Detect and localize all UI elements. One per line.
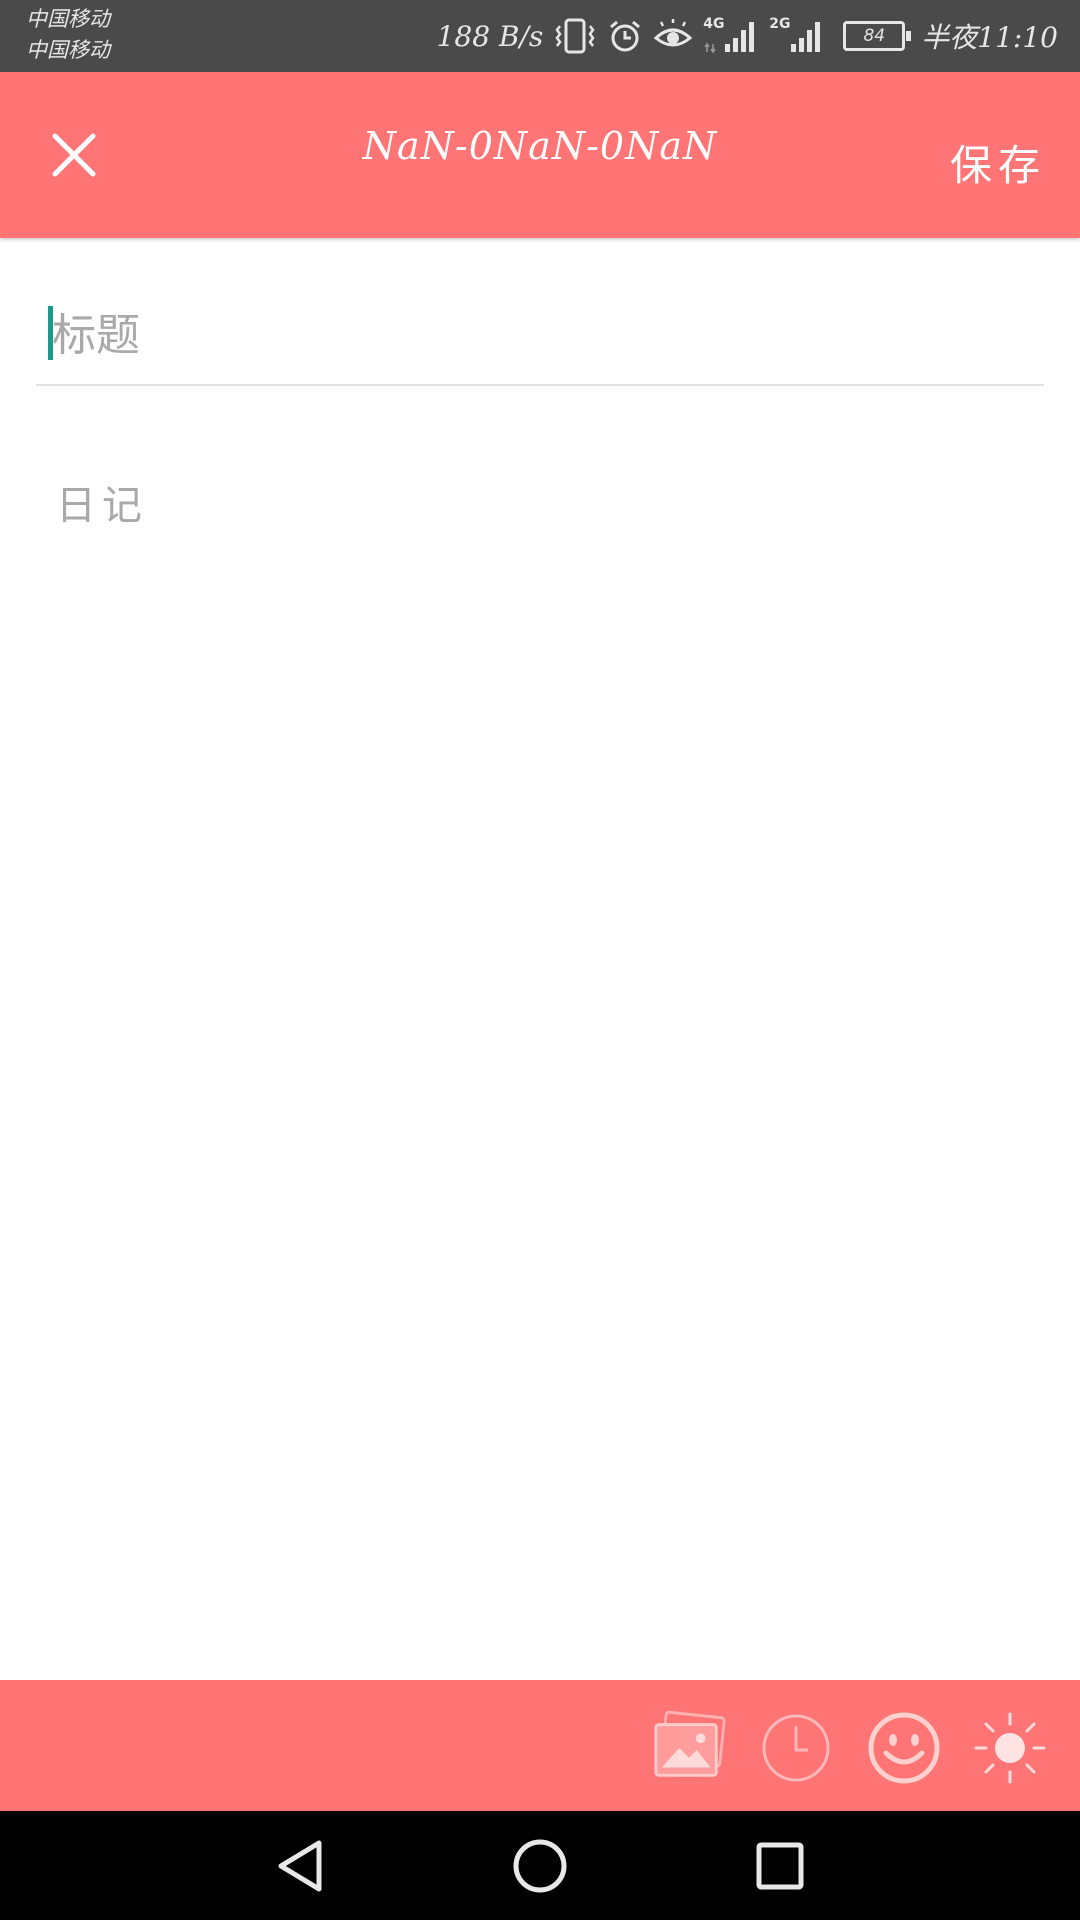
clock-icon — [762, 1714, 830, 1782]
alarm-icon — [607, 18, 643, 54]
image-icon — [654, 1710, 726, 1777]
insert-weather-button[interactable] — [972, 1710, 1048, 1786]
editor-toolbar — [0, 1680, 1080, 1811]
sun-icon — [974, 1712, 1046, 1784]
close-button[interactable] — [36, 117, 112, 193]
eye-icon — [653, 18, 693, 54]
diary-input[interactable] — [36, 455, 1044, 1655]
clock-time: 半夜11:10 — [921, 21, 1058, 54]
close-icon — [52, 133, 96, 177]
smiley-icon — [868, 1712, 940, 1784]
status-icons: 188 B/s 4G 2G 84 半夜11:10 — [437, 0, 1058, 72]
recents-button[interactable] — [750, 1836, 810, 1896]
signal-2g-icon: 2G — [769, 16, 825, 56]
battery-level: 84 — [863, 26, 886, 46]
title-input[interactable] — [36, 286, 1044, 386]
back-button[interactable] — [270, 1836, 330, 1896]
system-nav-bar — [0, 1811, 1080, 1920]
page-title: NaN-0NaN-0NaN — [362, 124, 718, 168]
insert-image-button[interactable] — [652, 1710, 728, 1786]
vibrate-icon — [553, 16, 597, 56]
insert-time-button[interactable] — [758, 1710, 834, 1786]
recents-icon — [756, 1842, 804, 1890]
home-icon — [513, 1839, 567, 1893]
battery-icon: 84 — [843, 21, 912, 51]
text-caret — [48, 306, 53, 360]
carrier-info: 中国移动 中国移动 — [26, 4, 110, 66]
home-button[interactable] — [510, 1836, 570, 1896]
signal-4g-icon: 4G — [703, 16, 759, 56]
save-button[interactable]: 保存 — [950, 132, 1046, 193]
carrier-1: 中国移动 — [26, 7, 110, 31]
status-bar: 中国移动 中国移动 188 B/s 4G 2G 84 半夜11:10 — [0, 0, 1080, 72]
carrier-2: 中国移动 — [26, 38, 110, 62]
back-icon — [278, 1840, 322, 1892]
app-header: NaN-0NaN-0NaN 保存 — [0, 72, 1080, 238]
insert-mood-button[interactable] — [866, 1710, 942, 1786]
net-speed: 188 B/s — [436, 19, 544, 53]
